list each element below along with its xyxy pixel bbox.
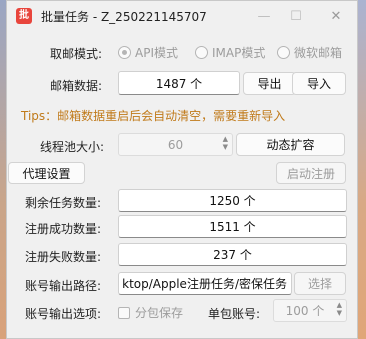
proxy-settings-button[interactable]: 代理设置	[8, 162, 85, 184]
thread-pool-spinbox[interactable]: 60 ▲ ▼	[118, 133, 233, 156]
radio-microsoft-mail[interactable]: 微软邮箱	[277, 44, 342, 61]
spin-arrows-icon[interactable]: ▲ ▼	[223, 135, 228, 151]
window-title: 批量任务 - Z_250221145707	[41, 10, 207, 24]
mailbox-mode-label: 取邮模式:	[50, 47, 103, 61]
tips-text: Tips：邮箱数据重启后会自动清空，需要重新导入	[21, 109, 286, 123]
mailbox-data-label: 邮箱数据:	[50, 79, 103, 93]
radio-unselected-icon	[195, 46, 208, 59]
export-button[interactable]: 导出	[243, 72, 296, 95]
radio-api-mode[interactable]: API模式	[118, 44, 178, 61]
output-path-label: 账号输出路径:	[25, 279, 102, 293]
app-icon: 批	[16, 8, 32, 24]
radio-selected-icon	[118, 46, 131, 59]
success-count-label: 注册成功数量:	[25, 222, 102, 236]
output-path-field[interactable]: ktop/Apple注册任务/密保任务	[118, 272, 292, 295]
start-registration-button[interactable]: 启动注册	[276, 162, 346, 184]
close-button[interactable]: ✕	[323, 5, 349, 27]
radio-unselected-icon	[277, 46, 290, 59]
radio-imap-mode[interactable]: IMAP模式	[195, 44, 265, 61]
title-bar: 批 批量任务 - Z_250221145707 — ☐ ✕	[7, 1, 357, 31]
per-pack-label: 单包账号:	[208, 307, 261, 321]
split-save-checkbox[interactable]: 分包保存	[118, 304, 183, 321]
checkbox-unchecked-icon	[118, 306, 130, 319]
failed-count-label: 注册失败数量:	[25, 250, 102, 264]
remaining-tasks-label: 剩余任务数量:	[25, 196, 102, 210]
maximize-button[interactable]: ☐	[283, 5, 309, 27]
desktop-background-right	[358, 0, 366, 339]
output-options-label: 账号输出选项:	[25, 307, 102, 321]
select-path-button[interactable]: 选择	[294, 272, 346, 295]
spin-arrows-icon[interactable]: ▲ ▼	[337, 301, 342, 317]
success-count-field: 1511 个	[118, 215, 347, 238]
thread-pool-label: 线程池大小:	[40, 140, 105, 154]
remaining-tasks-field: 1250 个	[118, 189, 347, 212]
failed-count-field: 237 个	[118, 243, 347, 266]
import-button[interactable]: 导入	[292, 72, 346, 95]
dynamic-expand-button[interactable]: 动态扩容	[236, 133, 345, 156]
per-pack-spinbox[interactable]: 100 个 ▲ ▼	[273, 299, 347, 322]
minimize-button[interactable]: —	[251, 5, 277, 27]
mailbox-count-field: 1487 个	[118, 71, 240, 95]
batch-task-window: 批 批量任务 - Z_250221145707 — ☐ ✕ 取邮模式: API模…	[6, 0, 358, 339]
